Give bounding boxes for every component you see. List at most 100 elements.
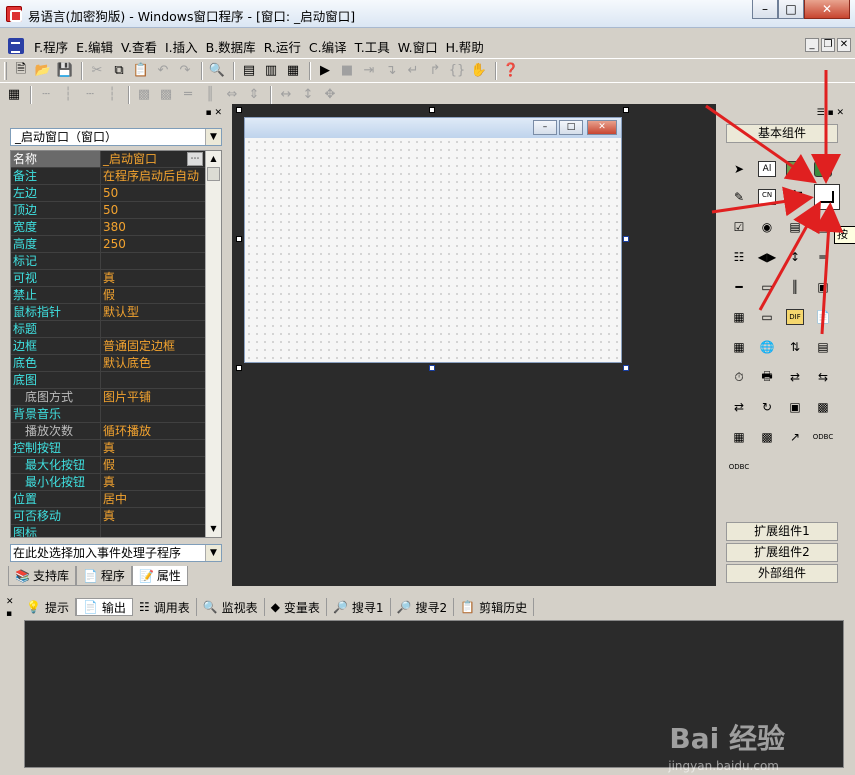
property-row[interactable]: 背景音乐 [11, 406, 221, 423]
menu-database[interactable]: B.数据库 [202, 37, 260, 56]
radio-tool-icon[interactable]: ◉ [756, 216, 778, 238]
groupbox-tool-icon[interactable]: ▤ [784, 216, 806, 238]
mdi-minimize-button[interactable]: _ [805, 38, 819, 52]
property-row[interactable]: 底图 [11, 372, 221, 389]
timer-window-tool-icon[interactable]: ▤ [812, 336, 834, 358]
label-tool-icon[interactable]: Al [756, 158, 778, 180]
odbc-b-tool-icon[interactable]: ODBC [728, 456, 750, 478]
run-icon[interactable]: ▶ [315, 61, 335, 81]
property-row[interactable]: 禁止假 [11, 287, 221, 304]
edit-box-tool-icon[interactable]: ✎ [728, 186, 750, 208]
tab-watch[interactable]: 🔍 监视表 [197, 598, 265, 616]
pipe-tool-icon[interactable]: ↻ [756, 396, 778, 418]
property-row[interactable]: 标题 [11, 321, 221, 338]
property-scrollbar[interactable]: ▲ ▼ [205, 151, 221, 537]
chevron-down-icon[interactable]: ▼ [205, 129, 221, 145]
align-top-icon[interactable]: ┄ [80, 85, 100, 105]
property-row[interactable]: 左边 50 [11, 185, 221, 202]
chart-tool-icon[interactable]: ↗ [784, 426, 806, 448]
mdi-close-button[interactable]: ✕ [837, 38, 851, 52]
menu-view[interactable]: V.查看 [117, 37, 161, 56]
pointer-tool-icon[interactable]: ➤ [728, 158, 750, 180]
property-row[interactable]: 鼠标指针 默认型 [11, 304, 221, 321]
layout-b-icon[interactable]: ▥ [261, 61, 281, 81]
align-left-icon[interactable]: ┄ [36, 85, 56, 105]
resize-handle[interactable] [236, 365, 242, 371]
calendar-tool-icon[interactable]: ▦ [728, 336, 750, 358]
slider-tool-icon[interactable]: ━ [728, 276, 750, 298]
property-row[interactable]: 备注 在程序启动后自动 [11, 168, 221, 185]
dif-tool-icon[interactable]: DIF [784, 306, 806, 328]
cut-icon[interactable]: ✂ [87, 61, 107, 81]
tab-output[interactable]: 📄 输出 [75, 598, 133, 616]
external-components-button[interactable]: 外部组件 [726, 564, 838, 583]
property-row[interactable]: 宽度 380 [11, 219, 221, 236]
panel-tool-icon[interactable]: ▣ [784, 396, 806, 418]
hand-icon[interactable]: ✋ [469, 61, 489, 81]
resize-handle[interactable] [623, 236, 629, 242]
object-selector[interactable]: _启动窗口（窗口） ▼ [10, 128, 222, 146]
resize-handle[interactable] [623, 107, 629, 113]
event-selector[interactable]: 在此处选择加入事件处理子程序 ▼ [10, 544, 222, 562]
checkbox-tool-icon[interactable]: ☑ [728, 216, 750, 238]
server-tool-icon[interactable]: ▩ [812, 396, 834, 418]
resize-handle[interactable] [236, 107, 242, 113]
hscroll-tool-icon[interactable]: ═ [812, 246, 834, 268]
property-row[interactable]: 标记 [11, 253, 221, 270]
stop-icon[interactable]: ■ [337, 61, 357, 81]
extended-components-1-button[interactable]: 扩展组件1 [726, 522, 838, 541]
tab-variables[interactable]: ◆ 变量表 [265, 598, 327, 616]
close-button[interactable]: ✕ [804, 0, 850, 19]
tab-support-library[interactable]: 📚 支持库 [8, 566, 76, 586]
tab-properties[interactable]: 📝 属性 [131, 566, 188, 586]
align-bottom-icon[interactable]: ┆ [102, 85, 122, 105]
save-icon[interactable]: 💾 [55, 61, 75, 81]
startup-window-preview[interactable]: – □ ✕ [244, 117, 622, 363]
picture-tool-icon[interactable] [784, 158, 806, 180]
frame-tool-icon[interactable]: ▣ [812, 276, 834, 298]
minimize-button[interactable]: – [752, 0, 778, 19]
basic-components-button[interactable]: 基本组件 [726, 124, 838, 143]
grid-tool-icon[interactable]: ▦ [728, 306, 750, 328]
property-row[interactable]: 高度 250 [11, 236, 221, 253]
database-tool-icon[interactable]: ▦ [728, 426, 750, 448]
button-tool-icon[interactable] [814, 184, 840, 210]
property-row[interactable]: 底色 默认底色 [11, 355, 221, 372]
rich-text-tool-icon[interactable]: CN [756, 186, 778, 208]
debug-c-icon[interactable]: ↵ [403, 61, 423, 81]
panel-close-icon[interactable]: ▪ ✕ [205, 108, 222, 118]
property-row[interactable]: 最小化按钮真 [11, 474, 221, 491]
property-row[interactable]: 播放次数 循环播放 [11, 423, 221, 440]
redo-icon[interactable]: ↷ [175, 61, 195, 81]
debug-d-icon[interactable]: ↱ [425, 61, 445, 81]
property-row[interactable]: 顶边 50 [11, 202, 221, 219]
resize-handle[interactable] [429, 107, 435, 113]
resize-handle[interactable] [429, 365, 435, 371]
center-v-icon[interactable]: ▩ [156, 85, 176, 105]
align-center-icon[interactable]: ┆ [58, 85, 78, 105]
menu-compile[interactable]: C.编译 [305, 37, 351, 56]
menu-edit[interactable]: E.编辑 [72, 37, 117, 56]
updown-tool-icon[interactable]: ⇅ [784, 336, 806, 358]
property-row[interactable]: 可否移动真 [11, 508, 221, 525]
transfer-tool-icon[interactable]: ⇄ [784, 366, 806, 388]
size-both-icon[interactable]: ✥ [320, 85, 340, 105]
splitter-tool-icon[interactable]: ║ [784, 276, 806, 298]
menu-program[interactable]: F.程序 [30, 37, 72, 56]
property-row[interactable]: 边框 普通固定边框 [11, 338, 221, 355]
clock-tool-icon[interactable]: ⏱ [728, 366, 750, 388]
tab-program[interactable]: 📄 程序 [75, 566, 132, 586]
system-menu-icon[interactable] [8, 38, 24, 54]
scroll-tool-icon[interactable]: ↕ [784, 246, 806, 268]
list-tool-icon[interactable]: ☷ [728, 246, 750, 268]
same-width-icon[interactable]: ═ [178, 85, 198, 105]
mdi-restore-button[interactable]: ❐ [821, 38, 835, 52]
menu-run[interactable]: R.运行 [260, 37, 305, 56]
scroll-thumb[interactable] [207, 167, 220, 181]
database-b-tool-icon[interactable]: ▩ [756, 426, 778, 448]
layout-c-icon[interactable]: ▦ [283, 61, 303, 81]
size-w-icon[interactable]: ↔ [276, 85, 296, 105]
network-tool-icon[interactable]: 🌐 [756, 336, 778, 358]
property-row[interactable]: 可视真 [11, 270, 221, 287]
menu-window[interactable]: W.窗口 [394, 37, 442, 56]
